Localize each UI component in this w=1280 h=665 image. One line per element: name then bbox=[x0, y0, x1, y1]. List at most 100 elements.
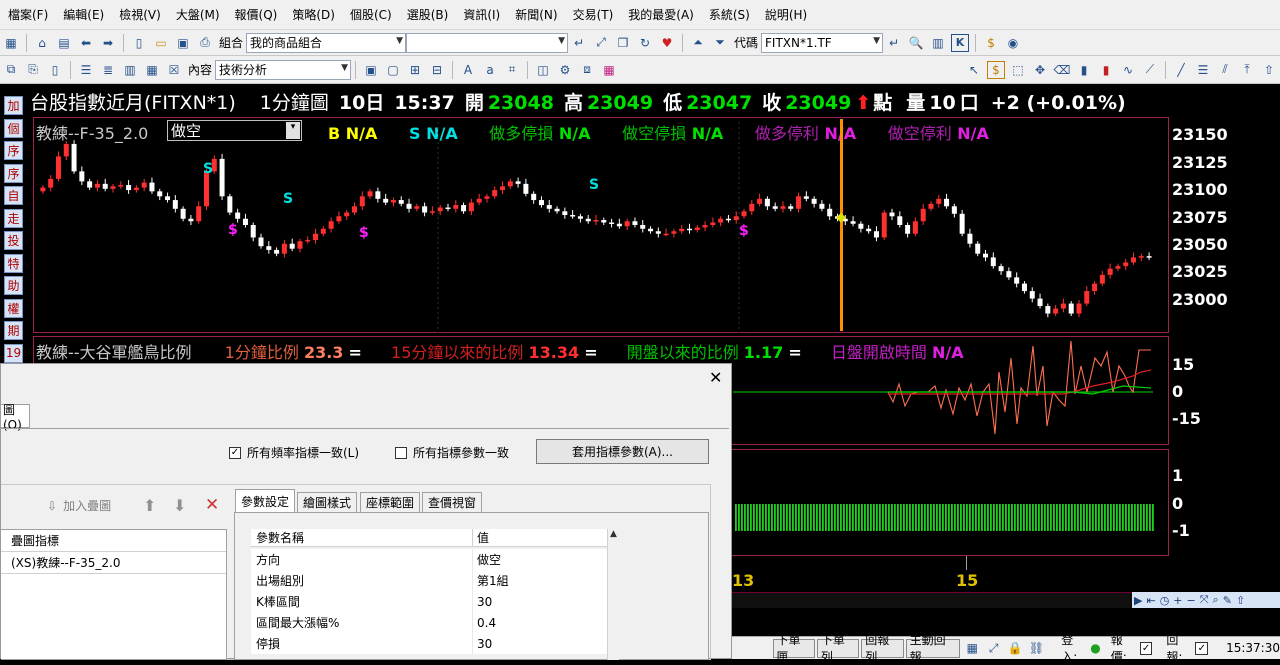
param-row[interactable]: 出場組別 第1組 bbox=[251, 570, 607, 591]
window-icon[interactable]: ▤ bbox=[55, 34, 73, 52]
status-button[interactable]: 回報列 bbox=[861, 633, 904, 664]
trend-line-icon[interactable]: ⟋ bbox=[1141, 61, 1159, 79]
grid-layout-icon[interactable]: ▦ bbox=[143, 61, 161, 79]
param-row[interactable]: 區間最大漲幅% 0.4 bbox=[251, 612, 607, 633]
dialog-tab[interactable]: 繪圖樣式 bbox=[297, 492, 358, 512]
panel-alt-icon[interactable]: ▢ bbox=[384, 61, 402, 79]
grid-scrollbar[interactable]: ▲ bbox=[607, 529, 619, 660]
text-a-icon[interactable]: A bbox=[459, 61, 477, 79]
scroll-right-icon[interactable]: ▶ bbox=[1134, 594, 1142, 607]
scroll-up-icon[interactable]: ⏶ bbox=[689, 34, 707, 52]
paste-icon[interactable]: ⎘ bbox=[24, 61, 42, 79]
scroll-down-icon[interactable]: ⏷ bbox=[711, 34, 729, 52]
menu-item[interactable]: 檔案(F) bbox=[8, 6, 48, 23]
param-value[interactable]: 30 bbox=[473, 595, 492, 609]
quick-nav-button[interactable]: 自 bbox=[4, 186, 23, 205]
move-icon[interactable]: ✥ bbox=[1031, 61, 1049, 79]
return-icon[interactable]: ↵ bbox=[570, 34, 588, 52]
menu-item[interactable]: 我的最愛(A) bbox=[628, 6, 694, 23]
move-up-icon[interactable]: ⬆ bbox=[143, 496, 156, 515]
dialog-tab-partial[interactable]: 圖(O) bbox=[0, 403, 30, 432]
menu-item[interactable]: 系統(S) bbox=[709, 6, 750, 23]
window-split-icon[interactable]: ◫ bbox=[534, 61, 552, 79]
pointer-icon[interactable]: ↖ bbox=[965, 61, 983, 79]
candle-icon[interactable]: ▮ bbox=[1097, 61, 1115, 79]
select-area-icon[interactable]: ⬚ bbox=[1009, 61, 1027, 79]
param-row[interactable]: 方向 做空 bbox=[251, 549, 607, 570]
line-tool-icon[interactable]: ╱ bbox=[1172, 61, 1190, 79]
quick-nav-button[interactable]: 19 bbox=[4, 343, 23, 363]
quick-nav-button[interactable]: 加 bbox=[4, 96, 23, 115]
quick-nav-button[interactable]: 序 bbox=[4, 141, 23, 160]
favorite-heart-icon[interactable]: ♥ bbox=[658, 34, 676, 52]
zoom-in-icon[interactable]: + bbox=[1173, 594, 1182, 607]
resize-icon[interactable]: ⤢ bbox=[985, 639, 1002, 657]
enter-icon[interactable]: ↵ bbox=[885, 34, 903, 52]
layout-grid-icon[interactable]: ▦ bbox=[2, 34, 20, 52]
zoom-out-icon[interactable]: − bbox=[1187, 594, 1196, 607]
menu-item[interactable]: 個股(C) bbox=[350, 6, 392, 23]
menu-item[interactable]: 新聞(N) bbox=[515, 6, 557, 23]
param-value[interactable]: 第1組 bbox=[473, 572, 509, 589]
dialog-tab[interactable]: 查價視窗 bbox=[422, 492, 483, 512]
home-icon[interactable]: ⌂ bbox=[33, 34, 51, 52]
k-line-icon[interactable]: K bbox=[951, 33, 970, 52]
zoom-fit-icon[interactable]: ⤒ bbox=[1238, 61, 1256, 79]
code-select[interactable]: FITXN*1.TF ▼ bbox=[761, 32, 884, 53]
eraser-icon[interactable]: ⌫ bbox=[1053, 61, 1071, 79]
calculator-icon[interactable]: ▦ bbox=[964, 639, 981, 657]
table-icon[interactable]: ⊟ bbox=[428, 61, 446, 79]
menu-item[interactable]: 策略(D) bbox=[292, 6, 335, 23]
sync-frequency-checkbox[interactable]: ✓ 所有頻率指標一致(L) bbox=[229, 444, 359, 461]
bar-chart-icon[interactable]: ▮ bbox=[1075, 61, 1093, 79]
symbol-select[interactable]: ▼ bbox=[406, 32, 569, 53]
clipboard-icon[interactable]: ▯ bbox=[46, 61, 64, 79]
close-box-icon[interactable]: ☒ bbox=[165, 61, 183, 79]
menu-item[interactable]: 報價(Q) bbox=[235, 6, 278, 23]
sync-params-checkbox[interactable]: 所有指標參數一致 bbox=[395, 444, 509, 461]
camera-icon[interactable]: ◉ bbox=[1004, 34, 1022, 52]
lock-icon[interactable]: 🔒 bbox=[1006, 639, 1023, 657]
delete-icon[interactable]: ✕ bbox=[205, 495, 219, 515]
crop-icon[interactable]: ⌗ bbox=[503, 61, 521, 79]
open-folder-icon[interactable]: ▭ bbox=[152, 34, 170, 52]
rows-layout-icon[interactable]: ≣ bbox=[99, 61, 117, 79]
menu-item[interactable]: 編輯(E) bbox=[63, 6, 104, 23]
status-button[interactable]: 主動回報 bbox=[905, 633, 960, 664]
menu-item[interactable]: 資訊(I) bbox=[463, 6, 500, 23]
forward-arrow-icon[interactable]: ➡ bbox=[99, 34, 117, 52]
search-icon[interactable]: 🔍 bbox=[907, 34, 925, 52]
apply-params-button[interactable]: 套用指標參數(A)... bbox=[536, 439, 709, 464]
horizontal-line-icon[interactable]: ☰ bbox=[1194, 61, 1212, 79]
jump-start-icon[interactable]: ⇤ bbox=[1146, 594, 1155, 607]
param-value[interactable]: 30 bbox=[473, 637, 492, 651]
horizontal-layout-icon[interactable]: ☰ bbox=[77, 61, 95, 79]
window-tile-icon[interactable]: ⧈ bbox=[578, 61, 596, 79]
pen-icon[interactable]: ✎ bbox=[1223, 594, 1232, 607]
param-value[interactable]: 0.4 bbox=[473, 616, 496, 630]
clock-icon[interactable]: ◷ bbox=[1160, 594, 1170, 607]
chart-icon[interactable]: ▥ bbox=[929, 34, 947, 52]
content-select[interactable]: 技術分析 ▼ bbox=[215, 59, 352, 80]
dollar-doc-icon[interactable]: $ bbox=[982, 34, 1000, 52]
window-restore-icon[interactable]: ❐ bbox=[614, 34, 632, 52]
grid-icon[interactable]: ⊞ bbox=[406, 61, 424, 79]
columns-layout-icon[interactable]: ▥ bbox=[121, 61, 139, 79]
quick-nav-button[interactable]: 特 bbox=[4, 253, 23, 273]
quick-nav-button[interactable]: 期 bbox=[4, 321, 23, 340]
quick-nav-button[interactable]: 走 bbox=[4, 208, 23, 228]
status-button[interactable]: 下單匣 bbox=[772, 633, 815, 664]
quick-nav-button[interactable]: 助 bbox=[4, 276, 23, 295]
quick-nav-button[interactable]: 序 bbox=[4, 163, 23, 183]
param-value[interactable]: 做空 bbox=[473, 551, 501, 568]
new-file-icon[interactable]: ▯ bbox=[130, 34, 148, 52]
scroll-up-small-icon[interactable]: ⇧ bbox=[1236, 594, 1245, 607]
wave-icon[interactable]: ∿ bbox=[1119, 61, 1137, 79]
menu-item[interactable]: 選股(B) bbox=[407, 6, 449, 23]
panel-icon[interactable]: ▣ bbox=[362, 61, 380, 79]
menu-item[interactable]: 檢視(V) bbox=[119, 6, 161, 23]
link-icon[interactable]: ⛓ bbox=[1028, 639, 1045, 657]
dollar-tool-icon[interactable]: $ bbox=[987, 60, 1005, 79]
parallel-lines-icon[interactable]: ⫽ bbox=[1216, 61, 1234, 79]
settings-icon[interactable]: ⚙ bbox=[556, 61, 574, 79]
